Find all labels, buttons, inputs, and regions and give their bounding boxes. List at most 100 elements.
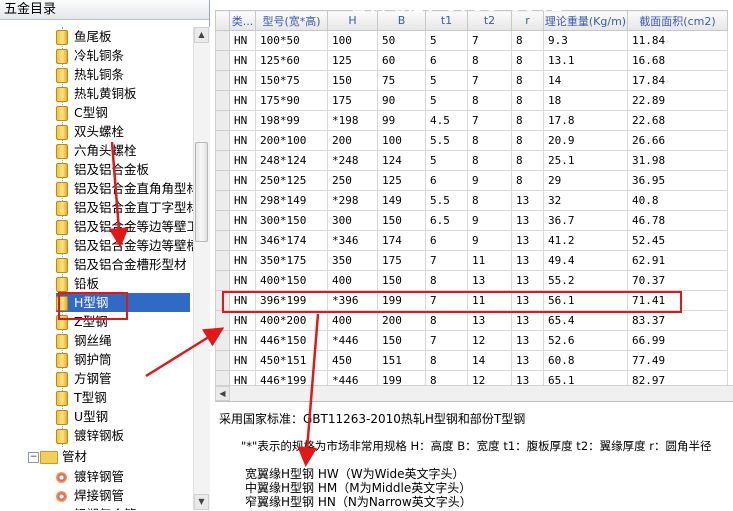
- row-header[interactable]: [215, 230, 230, 251]
- table-row[interactable]: HN 125*60 125 60 6 8 8 13.1 16.68: [215, 50, 728, 71]
- table-cell: 8: [511, 70, 544, 91]
- tree-item[interactable]: 铅板: [56, 274, 99, 293]
- table-cell: 13: [511, 230, 544, 251]
- tree-item[interactable]: 焊接钢管: [56, 486, 124, 505]
- phone-number-text: 咨询电话：0799-8842: [350, 0, 565, 16]
- row-header[interactable]: [215, 210, 230, 231]
- column-header[interactable]: 类...: [229, 10, 256, 31]
- table-cell: 8: [467, 130, 512, 151]
- column-header[interactable]: 截面面积(cm2): [627, 10, 728, 31]
- tree-item[interactable]: 铝及铝合金等边等壁槽型材: [56, 236, 195, 255]
- table-row[interactable]: HN 446*199 *446 199 8 12 13 65.1 82.97: [215, 370, 728, 385]
- table-row[interactable]: HN 400*150 400 150 8 13 13 55.2 70.37: [215, 270, 728, 291]
- table-row[interactable]: HN 346*174 *346 174 6 9 13 41.2 52.45: [215, 230, 728, 251]
- row-header[interactable]: [215, 310, 230, 331]
- row-header[interactable]: [215, 330, 230, 351]
- tree-item-label: U型钢: [74, 409, 109, 424]
- table-row[interactable]: HN 100*50 100 50 5 7 8 9.3 11.84: [215, 30, 728, 51]
- tree-scrollbar[interactable]: ▲ ▼: [193, 27, 210, 510]
- standard-text: 采用国家标准：GBT11263-2010热轧H型钢和部份T型钢: [219, 412, 526, 426]
- scroll-left-button[interactable]: ◀: [215, 386, 230, 401]
- tree-item[interactable]: 热轧铜条: [56, 65, 124, 84]
- scroll-down-button[interactable]: ▼: [194, 494, 209, 510]
- table-cell: 46.78: [627, 210, 728, 231]
- table-cell: 5.5: [425, 190, 468, 211]
- table-cell: 346*174: [255, 230, 328, 251]
- row-header[interactable]: [215, 190, 230, 211]
- tree-item[interactable]: 铝及铝合金等边等壁工字型材: [56, 217, 195, 236]
- table-cell: 75: [377, 70, 426, 91]
- cylinder-icon: [56, 429, 68, 444]
- table-cell: 66.99: [627, 330, 728, 351]
- column-header[interactable]: 型号(宽*高): [255, 10, 328, 31]
- cylinder-icon: [56, 182, 68, 197]
- tree-item-label: T型钢: [74, 390, 107, 405]
- row-header[interactable]: [215, 270, 230, 291]
- tree-item[interactable]: 鱼尾板: [56, 27, 112, 46]
- row-header[interactable]: [215, 370, 230, 385]
- table-cell: *446: [327, 370, 378, 385]
- tree-item[interactable]: 双头螺栓: [56, 122, 124, 141]
- row-header[interactable]: [215, 150, 230, 171]
- cylinder-icon: [56, 87, 68, 102]
- tree-item-label: 方钢管: [74, 371, 112, 386]
- legend-text: "*"表示的规格为市场非常用规格 H：高度 B：宽度 t1：腹板厚度 t2：翼缘…: [241, 439, 712, 453]
- tree-item[interactable]: 铝及铝合金板: [56, 160, 149, 179]
- tree-item[interactable]: 冷轧铜条: [56, 46, 124, 65]
- row-header[interactable]: [215, 350, 230, 371]
- row-header[interactable]: [215, 110, 230, 131]
- tree-item[interactable]: 热轧黄铜板: [56, 84, 137, 103]
- table-row[interactable]: HN 446*150 *446 150 7 12 13 52.6 66.99: [215, 330, 728, 351]
- table-row[interactable]: HN 250*125 250 125 6 9 8 29 36.95: [215, 170, 728, 191]
- row-header[interactable]: [215, 30, 230, 51]
- row-header[interactable]: [215, 50, 230, 71]
- collapse-toggle-icon[interactable]: −: [28, 452, 39, 463]
- table-row[interactable]: HN 248*124 *248 124 5 8 8 25.1 31.98: [215, 150, 728, 171]
- row-header[interactable]: [215, 70, 230, 91]
- row-header[interactable]: [215, 130, 230, 151]
- row-header[interactable]: [215, 170, 230, 191]
- tree-item-label: 热轧黄铜板: [74, 86, 137, 101]
- tree-item[interactable]: 铝及铝合金槽形型材: [56, 255, 187, 274]
- table-cell: 199: [377, 370, 426, 385]
- table-row[interactable]: HN 450*151 450 151 8 14 13 60.8 77.49: [215, 350, 728, 371]
- row-header[interactable]: [215, 90, 230, 111]
- table-cell: 8: [511, 130, 544, 151]
- table-row[interactable]: HN 150*75 150 75 5 7 8 14 17.84: [215, 70, 728, 91]
- tree-item[interactable]: 钢丝绳: [56, 331, 112, 350]
- tree-item[interactable]: 钢护筒: [56, 350, 112, 369]
- tree-item[interactable]: 六角头螺栓: [56, 141, 137, 160]
- tree-item[interactable]: 方钢管: [56, 369, 112, 388]
- table-cell: 8: [511, 90, 544, 111]
- tree-item[interactable]: 铝塑复合管: [56, 505, 137, 510]
- table-row[interactable]: HN 350*175 350 175 7 11 13 49.4 62.91: [215, 250, 728, 271]
- scroll-thumb[interactable]: [195, 142, 208, 242]
- table-cell: 99: [377, 110, 426, 131]
- tree-item[interactable]: 镀锌钢管: [56, 467, 124, 486]
- table-row[interactable]: HN 175*90 175 90 5 8 8 18 22.89: [215, 90, 728, 111]
- table-cell: 8: [425, 370, 468, 385]
- table-row[interactable]: HN 198*99 *198 99 4.5 7 8 17.8 22.68: [215, 110, 728, 131]
- grid-horizontal-scrollbar[interactable]: ◀: [215, 385, 733, 401]
- tree-folder[interactable]: 管材: [40, 448, 87, 466]
- table-cell: HN: [229, 70, 256, 91]
- tree-item-label: 铝及铝合金槽形型材: [74, 257, 187, 272]
- table-row[interactable]: HN 400*200 400 200 8 13 13 65.4 83.37: [215, 310, 728, 331]
- table-cell: 7: [425, 330, 468, 351]
- tree-item[interactable]: U型钢: [56, 407, 108, 426]
- table-cell: 12: [467, 330, 512, 351]
- table-row[interactable]: HN 298*149 *298 149 5.5 8 13 32 40.8: [215, 190, 728, 211]
- table-row[interactable]: HN 300*150 300 150 6.5 9 13 36.7 46.78: [215, 210, 728, 231]
- table-row[interactable]: HN 200*100 200 100 5.5 8 8 20.9 26.66: [215, 130, 728, 151]
- tree-item[interactable]: 铝及铝合金直丁字型材: [56, 198, 195, 217]
- scroll-up-button[interactable]: ▲: [194, 27, 209, 43]
- tree-item[interactable]: T型钢: [56, 388, 107, 407]
- table-cell: 7: [467, 70, 512, 91]
- table-cell: 200: [327, 130, 378, 151]
- tree-item[interactable]: 铝及铝合金直角角型材: [56, 179, 195, 198]
- table-cell: 150*75: [255, 70, 328, 91]
- row-header[interactable]: [215, 250, 230, 271]
- tree-item[interactable]: 镀锌钢板: [56, 426, 124, 445]
- tree-item[interactable]: C型钢: [56, 103, 108, 122]
- cylinder-icon: [56, 334, 68, 349]
